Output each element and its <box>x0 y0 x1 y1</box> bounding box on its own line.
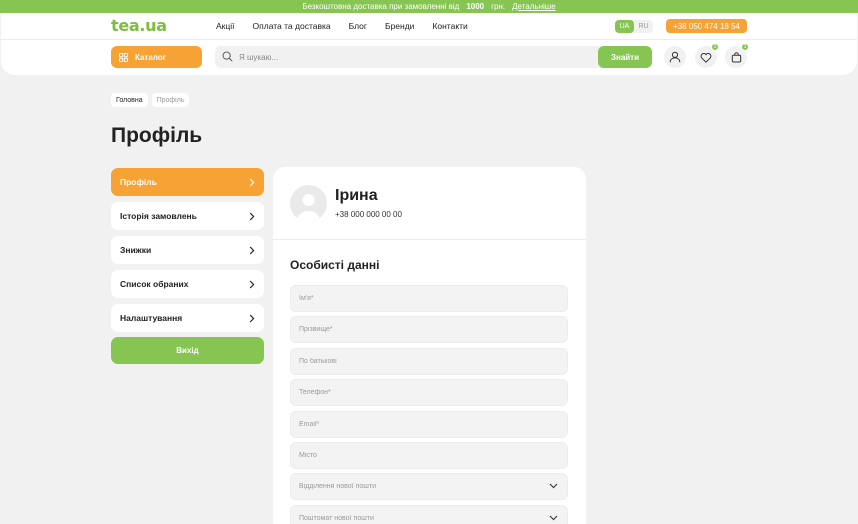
divider <box>273 239 586 240</box>
favorites-button[interactable]: 1 <box>695 43 719 68</box>
promo-amount: 1000 <box>466 2 485 11</box>
city-input[interactable] <box>291 443 567 468</box>
last-name-field <box>290 316 568 343</box>
account-button[interactable] <box>664 46 686 68</box>
sidebar-item-settings[interactable]: Налаштування <box>111 304 264 332</box>
section-title: Особисті данні <box>290 258 380 272</box>
user-phone: +38 000 000 00 00 <box>335 210 402 219</box>
language-switcher: UA RU <box>615 20 653 33</box>
breadcrumb-home[interactable]: Головна <box>111 93 148 107</box>
post-office-select[interactable] <box>290 473 568 500</box>
chevron-right-icon <box>249 280 255 288</box>
search-button[interactable]: Знайти <box>598 46 652 68</box>
chevron-right-icon <box>249 314 255 322</box>
main-menu: Акції Оплата та доставка Блог Бренди Кон… <box>216 21 468 31</box>
chevron-right-icon <box>249 178 255 186</box>
sidebar-item-label: Профіль <box>120 177 157 187</box>
user-name: Ірина <box>335 187 378 204</box>
catalog-label: Каталог <box>135 52 166 62</box>
patronymic-field <box>290 348 568 375</box>
heart-icon <box>700 52 712 63</box>
parcel-locker-select[interactable] <box>290 505 568 524</box>
phone-input[interactable] <box>291 380 567 405</box>
sidebar-item-profile[interactable]: Профіль <box>111 168 264 196</box>
search-bar: Знайти <box>215 46 652 68</box>
promo-text: Безкоштовна доставка при замовленні від <box>302 2 460 11</box>
logout-button[interactable]: Вихід <box>111 337 264 364</box>
promo-details-link[interactable]: Детальніше <box>512 2 556 11</box>
sidebar-item-order-history[interactable]: Історія замовлень <box>111 202 264 230</box>
grid-icon <box>119 52 128 62</box>
search-input[interactable] <box>239 46 579 68</box>
email-field <box>290 411 568 438</box>
search-icon <box>222 51 233 62</box>
favorites-count-badge: 1 <box>711 43 719 51</box>
page-title: Профіль <box>111 124 203 147</box>
parcel-locker-input[interactable] <box>291 506 567 524</box>
first-name-field <box>290 285 568 312</box>
menu-item-blog[interactable]: Блог <box>349 21 367 31</box>
user-icon <box>669 51 681 63</box>
profile-panel: Ірина +38 000 000 00 00 Особисті данні <box>273 167 586 524</box>
sidebar-item-favorites[interactable]: Список обраних <box>111 270 264 298</box>
lang-ru-button[interactable]: RU <box>634 20 653 33</box>
promo-bar: Безкоштовна доставка при замовленні від … <box>0 0 858 13</box>
phone-field <box>290 379 568 406</box>
sidebar-item-label: Налаштування <box>120 313 183 323</box>
chevron-down-icon <box>549 483 558 489</box>
breadcrumb: Головна Профіль <box>111 93 190 107</box>
menu-item-sales[interactable]: Акції <box>216 21 235 31</box>
cart-icon <box>731 51 741 62</box>
avatar <box>290 185 327 222</box>
first-name-input[interactable] <box>291 286 567 311</box>
user-placeholder-icon <box>297 194 320 222</box>
post-office-input[interactable] <box>291 474 567 499</box>
cart-button[interactable]: 1 <box>725 43 749 68</box>
sidebar-item-label: Знижки <box>120 245 152 255</box>
sidebar-item-discounts[interactable]: Знижки <box>111 236 264 264</box>
sidebar-item-label: Список обраних <box>120 279 189 289</box>
nav-row: tea.ua Акції Оплата та доставка Блог Бре… <box>1 13 857 40</box>
sidebar-item-label: Історія замовлень <box>120 211 197 221</box>
promo-currency: грн. <box>491 2 506 11</box>
patronymic-input[interactable] <box>291 349 567 374</box>
last-name-input[interactable] <box>291 317 567 342</box>
menu-item-payment-delivery[interactable]: Оплата та доставка <box>253 21 331 31</box>
site-header: tea.ua Акції Оплата та доставка Блог Бре… <box>1 13 857 75</box>
logo[interactable]: tea.ua <box>111 16 167 35</box>
chevron-right-icon <box>249 246 255 254</box>
breadcrumb-current: Профіль <box>151 93 190 107</box>
menu-item-contacts[interactable]: Контакти <box>432 21 467 31</box>
cart-count-badge: 1 <box>741 43 749 51</box>
phone-button[interactable]: +38 050 474 18 54 <box>666 19 747 33</box>
lang-ua-button[interactable]: UA <box>615 20 634 33</box>
catalog-button[interactable]: Каталог <box>111 46 202 68</box>
chevron-down-icon <box>549 515 558 521</box>
email-input[interactable] <box>291 412 567 437</box>
menu-item-brands[interactable]: Бренди <box>385 21 414 31</box>
chevron-right-icon <box>249 212 255 220</box>
city-field <box>290 442 568 469</box>
